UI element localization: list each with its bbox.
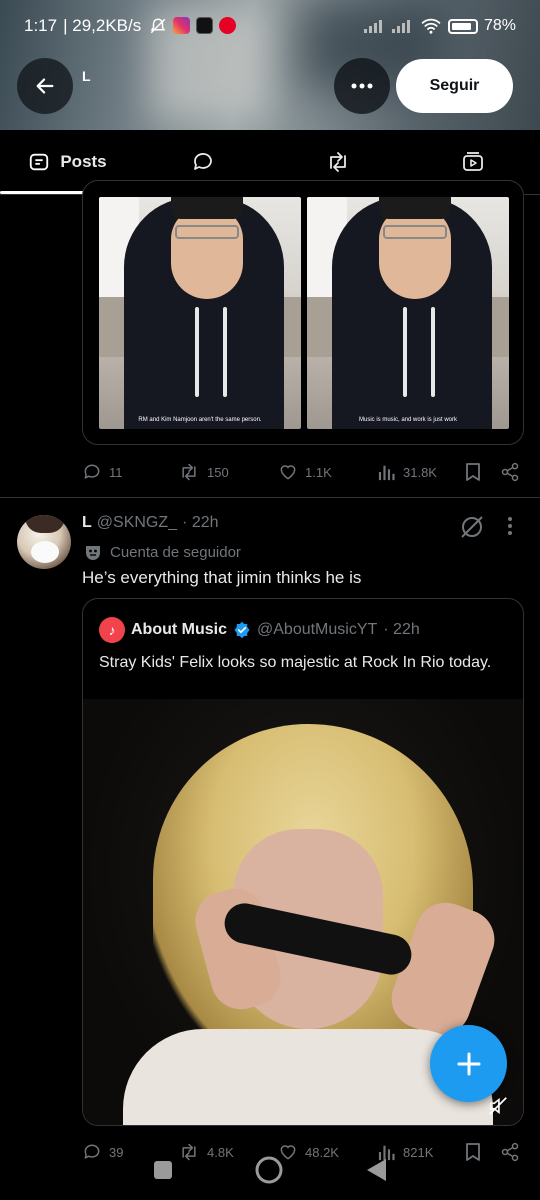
automated-label-text: Cuenta de seguidor: [110, 543, 241, 561]
post-time[interactable]: · 22h: [182, 514, 218, 532]
status-time: 1:17: [24, 16, 58, 35]
repost-button[interactable]: 150: [178, 462, 229, 482]
header-profile-name: L: [82, 68, 91, 84]
battery-level: 78%: [483, 17, 516, 34]
home-icon[interactable]: [254, 1155, 284, 1185]
media-caption-1: RM and Kim Namjoon aren't the same perso…: [138, 417, 262, 423]
repost-count: 150: [207, 464, 229, 480]
reply-count: 11: [109, 464, 123, 480]
replies-icon: [193, 153, 212, 170]
status-bar: 1:17 | 29,2KB/s 78%: [0, 0, 540, 52]
media-caption-2: Music is music, and work is just work: [358, 417, 458, 423]
mute-icon[interactable]: [487, 1095, 509, 1117]
compose-post-button[interactable]: [430, 1025, 507, 1102]
quote-author-name: About Music: [131, 621, 227, 638]
like-count: 1.1K: [305, 464, 332, 480]
follow-button[interactable]: Seguir: [396, 59, 513, 113]
reply-icon: [84, 464, 100, 479]
bookmark-button[interactable]: [464, 462, 482, 482]
views-icon: [378, 465, 395, 481]
post1-actions: 11 150 1.1K 31.8K: [82, 460, 522, 484]
heart-icon: [280, 465, 296, 480]
plus-icon: [457, 1052, 480, 1075]
author-name[interactable]: L: [82, 514, 92, 532]
repost-icon: [182, 463, 196, 481]
share-button[interactable]: [500, 462, 520, 482]
back-nav-icon[interactable]: [364, 1157, 388, 1183]
avatar[interactable]: [17, 515, 71, 569]
like-button[interactable]: 1.1K: [278, 462, 332, 482]
bot-icon: [86, 546, 100, 560]
instagram-icon: [173, 17, 191, 34]
reposts-icon: [329, 152, 346, 172]
grok-icon[interactable]: [459, 514, 485, 545]
post-more-icon[interactable]: [507, 516, 513, 541]
verified-badge-icon: [234, 621, 250, 639]
post-divider: [0, 497, 540, 498]
recent-apps-icon[interactable]: [152, 1159, 174, 1181]
mute-bell-icon: [150, 18, 166, 34]
media-image-1[interactable]: RM and Kim Namjoon aren't the same perso…: [99, 197, 301, 429]
quote-author-handle: @AboutMusicYT: [257, 621, 378, 638]
battery-icon: [447, 18, 478, 34]
pinterest-icon: [219, 17, 237, 34]
post-media-grid[interactable]: RM and Kim Namjoon aren't the same perso…: [82, 180, 524, 445]
tab-posts-label: Posts: [60, 152, 107, 171]
quote-avatar: ♪: [99, 617, 125, 643]
more-options-button[interactable]: [334, 58, 390, 114]
quote-time: · 22h: [383, 621, 420, 638]
back-button[interactable]: [17, 58, 73, 114]
reply-button[interactable]: 11: [82, 462, 123, 482]
signal-icon: [363, 20, 382, 33]
posts-icon: [30, 153, 49, 171]
tiktok-icon: [196, 17, 214, 34]
media-icon: [462, 152, 483, 171]
arrow-left-icon: [36, 78, 54, 94]
share-icon: [501, 462, 519, 482]
views-count: 31.8K: [403, 464, 437, 480]
wifi-icon: [421, 18, 441, 34]
system-nav-bar: [0, 1140, 540, 1200]
author-handle[interactable]: @SKNGZ_: [97, 514, 177, 532]
signal-2-icon: [391, 20, 410, 33]
post2-header: L @SKNGZ_ · 22h: [82, 514, 219, 532]
automated-label: Cuenta de seguidor: [84, 543, 241, 561]
bookmark-icon: [466, 463, 480, 481]
views-button[interactable]: 31.8K: [378, 463, 437, 481]
post-text: He’s everything that jimin thinks he is: [82, 568, 362, 587]
media-image-2[interactable]: Music is music, and work is just work: [307, 197, 509, 429]
quote-text: Stray Kids' Felix looks so majestic at R…: [99, 654, 492, 671]
more-horizontal-icon: [351, 83, 373, 89]
network-speed: | 29,2KB/s: [63, 16, 142, 35]
